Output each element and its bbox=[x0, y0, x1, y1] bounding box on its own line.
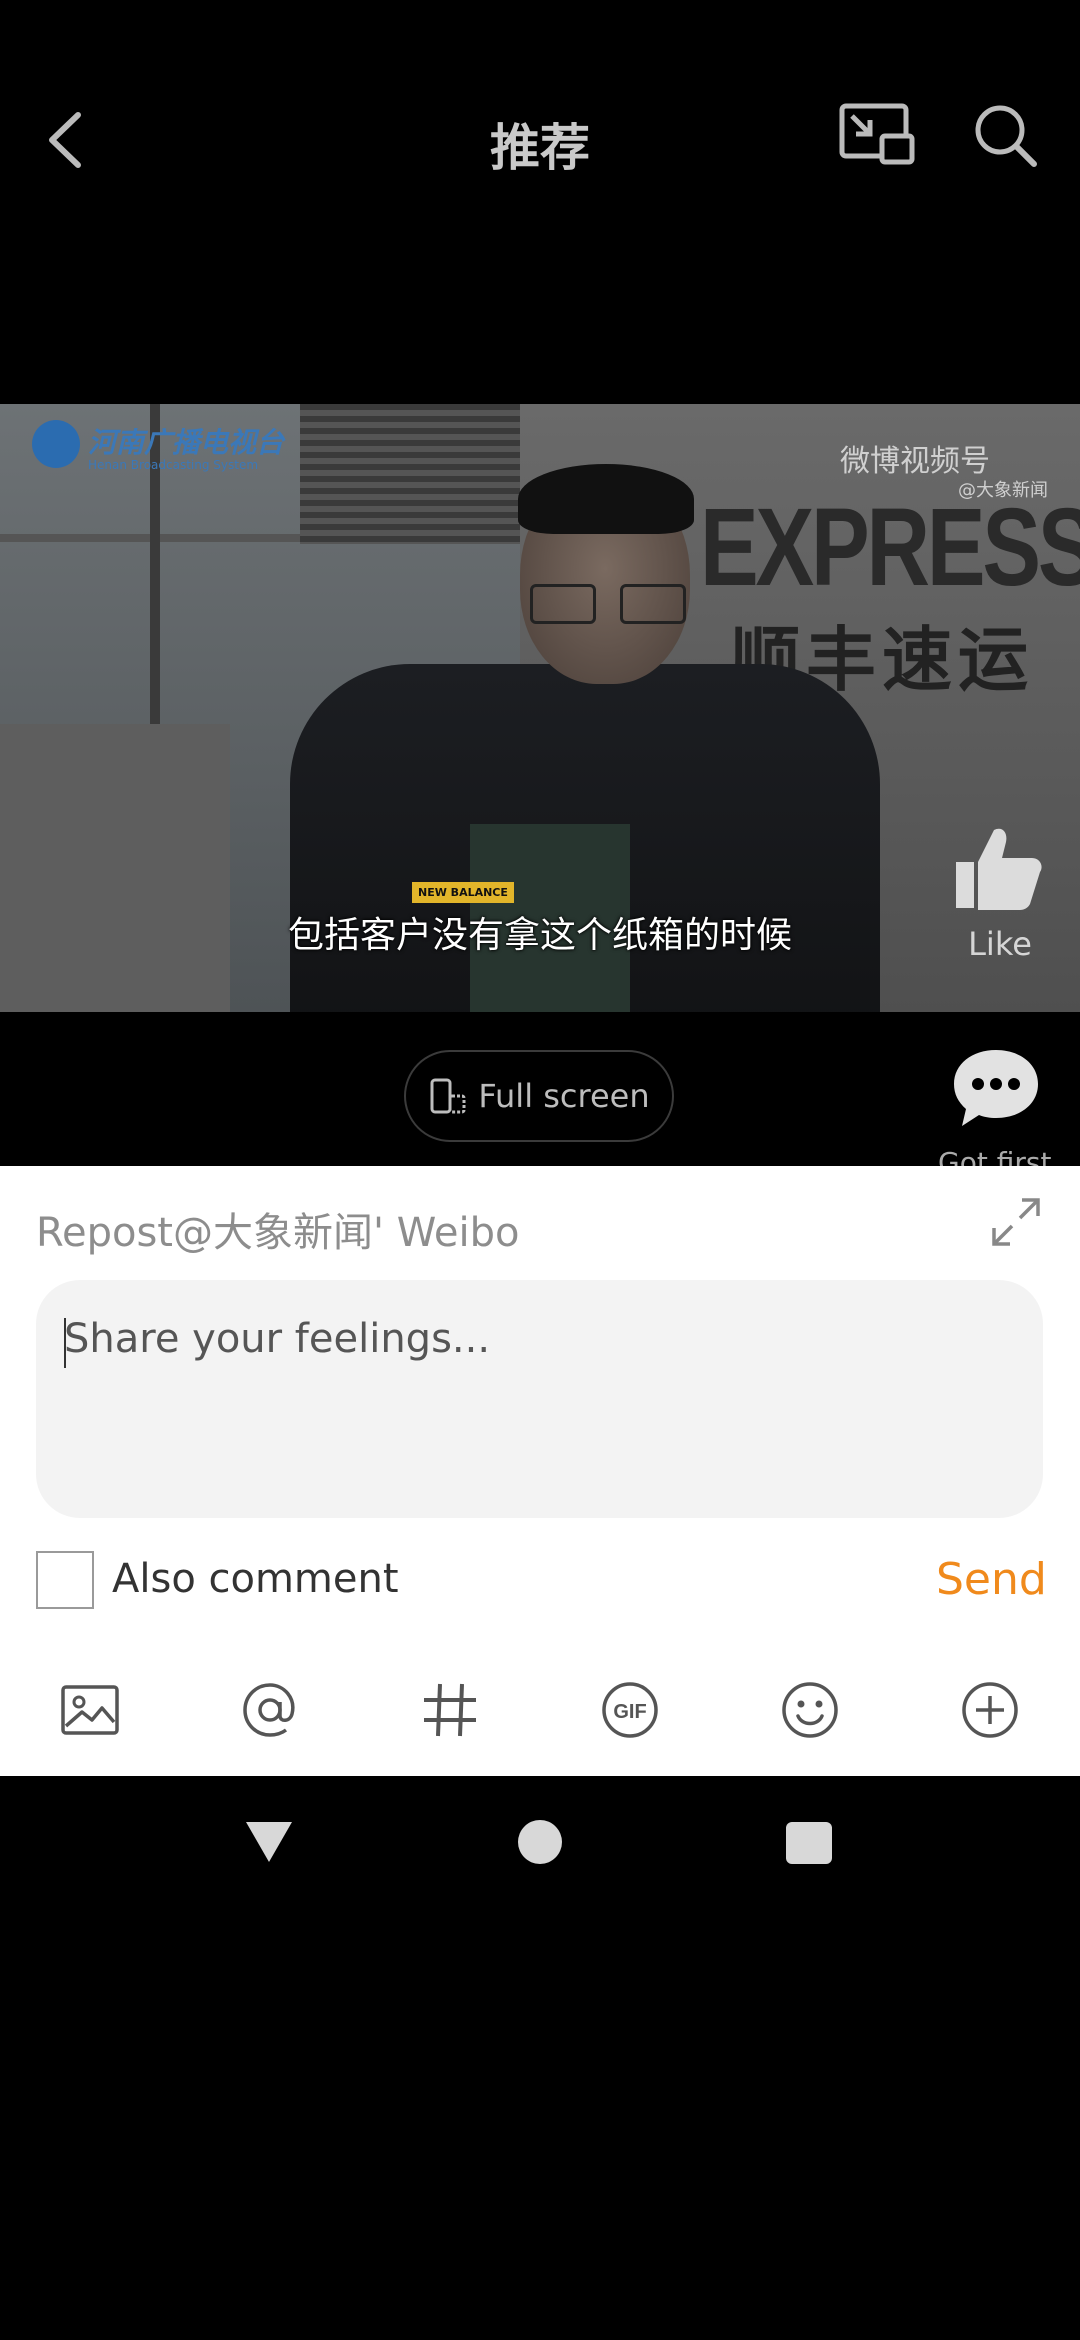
comment-icon[interactable] bbox=[950, 1046, 1042, 1130]
more-plus-icon[interactable] bbox=[960, 1680, 1020, 1740]
broadcaster-logo-sub: Henan Broadcasting System bbox=[88, 458, 259, 472]
weibo-video-watermark: 微博视频号 bbox=[840, 444, 990, 479]
full-screen-button[interactable]: Full screen bbox=[404, 1050, 674, 1142]
page-title: 推荐 bbox=[490, 119, 590, 177]
repost-title: Repost@大象新闻' Weibo bbox=[36, 1210, 520, 1256]
comment-label: Got first bbox=[938, 1146, 1052, 1166]
emoji-icon[interactable] bbox=[780, 1680, 840, 1740]
nav-recents-icon[interactable] bbox=[786, 1822, 832, 1864]
full-screen-label: Full screen bbox=[478, 1077, 650, 1115]
text-caret bbox=[64, 1318, 66, 1368]
video-subtitle: 包括客户没有拿这个纸箱的时候 bbox=[287, 915, 792, 956]
hashtag-icon[interactable] bbox=[420, 1680, 480, 1740]
wall-sign: EXPRESS bbox=[700, 486, 1080, 609]
at-mention-icon[interactable] bbox=[240, 1680, 300, 1740]
rotate-phone-icon bbox=[430, 1078, 466, 1114]
repost-text-input[interactable] bbox=[36, 1280, 1043, 1518]
also-comment-checkbox[interactable] bbox=[36, 1551, 94, 1609]
watermark-account: @大象新闻 bbox=[958, 480, 1048, 501]
like-label: Like bbox=[968, 925, 1032, 963]
gif-icon[interactable]: GIF bbox=[600, 1680, 660, 1740]
nav-back-icon[interactable] bbox=[244, 1820, 294, 1864]
svg-text:GIF: GIF bbox=[613, 1701, 646, 1723]
also-comment-label[interactable]: Also comment bbox=[112, 1556, 399, 1602]
nav-home-icon[interactable] bbox=[518, 1820, 562, 1864]
search-icon[interactable] bbox=[970, 100, 1040, 170]
jacket-badge: NEW BALANCE bbox=[412, 882, 514, 903]
send-button[interactable]: Send bbox=[936, 1554, 1047, 1605]
thumbs-up-icon[interactable] bbox=[950, 820, 1046, 916]
picture-in-picture-icon[interactable] bbox=[838, 100, 918, 170]
image-icon[interactable] bbox=[60, 1680, 120, 1740]
expand-icon[interactable] bbox=[990, 1196, 1042, 1248]
